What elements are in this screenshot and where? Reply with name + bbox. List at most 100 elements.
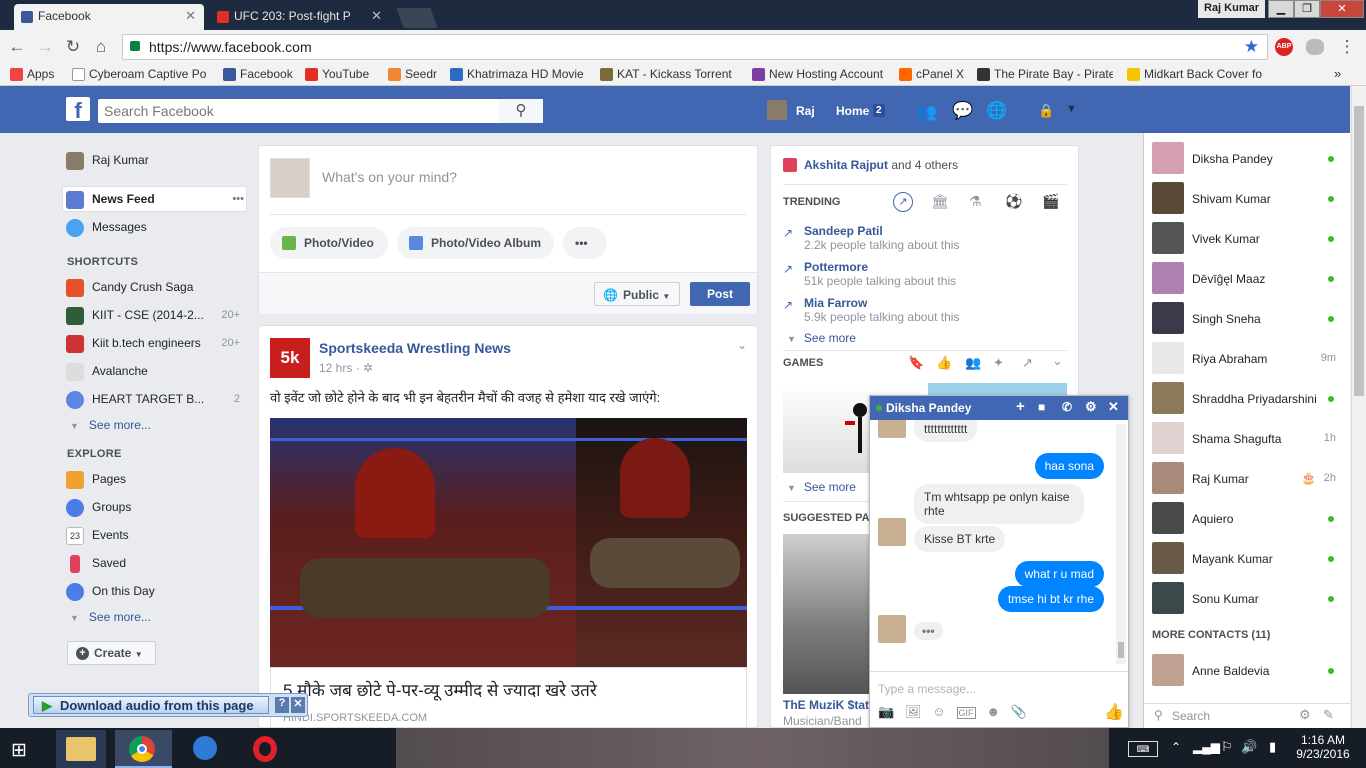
reload-icon[interactable]: ↻ [62, 36, 84, 58]
chat-messages[interactable]: ttttttttttttt haa sona Tm whtsapp pe onl… [870, 420, 1128, 668]
photo-icon[interactable]: 🖼 [905, 704, 922, 719]
shortcut-kiit-cse[interactable]: KIIT - CSE (2014-2... 20+ [66, 304, 240, 326]
close-tab-icon[interactable]: ✕ [185, 8, 196, 24]
restore-button[interactable]: ❐ [1294, 0, 1320, 18]
sidebar-item-messages[interactable]: Messages [66, 216, 147, 238]
sticker-icon[interactable]: ☺ [932, 704, 945, 719]
bookmark-hosting[interactable]: New Hosting Account [752, 67, 888, 84]
create-button[interactable]: + Create ▼ [67, 641, 156, 665]
chrome-taskbar-icon[interactable] [115, 730, 172, 768]
show-hidden-icons-chevron[interactable]: ⌃ [1171, 740, 1181, 754]
extension-icon[interactable] [1306, 39, 1324, 55]
bookmark-midkart[interactable]: Midkart Back Cover fo [1127, 67, 1263, 84]
video-call-icon[interactable]: ■ [1038, 400, 1045, 414]
post-options-chevron-icon[interactable]: ⌄ [737, 338, 747, 352]
sidebar-item-news-feed[interactable]: News Feed ••• [66, 188, 244, 210]
contact-item[interactable]: Dēvīĝęl Maaz [1150, 260, 1340, 298]
post-page-name[interactable]: Sportskeeda Wrestling News [319, 340, 511, 356]
bookmark-apps[interactable]: Apps [10, 67, 62, 84]
minimize-button[interactable]: ▁ [1268, 0, 1294, 18]
chat-header[interactable]: Diksha Pandey + ■ ✆ ⚙ ✕ [870, 396, 1128, 420]
trending-item[interactable]: Sandeep Patil 2.2k people talking about t… [804, 224, 959, 252]
volume-icon[interactable]: 🔊 [1241, 739, 1257, 755]
close-tab-icon[interactable]: ✕ [371, 8, 382, 24]
tab-facebook[interactable]: Facebook ✕ [14, 4, 204, 30]
bookmark-seedr[interactable]: Seedr [388, 67, 440, 84]
bookmark-youtube[interactable]: YouTube [305, 67, 375, 84]
tab-ufc[interactable]: UFC 203: Post-fight P ✕ [210, 4, 390, 30]
header-profile-link[interactable]: Raj [796, 104, 815, 118]
download-audio-button[interactable]: ▶ Download audio from this page [33, 696, 269, 714]
page-logo[interactable]: 5k [270, 338, 310, 378]
quick-help-icon[interactable]: 🔒 [1038, 103, 1054, 119]
opera-taskbar-icon[interactable] [240, 732, 290, 768]
home-icon[interactable]: ⌂ [90, 36, 112, 58]
bookmark-piratebay[interactable]: The Pirate Bay - Pirate [977, 67, 1113, 84]
chevron-down-icon[interactable]: ⌄ [1052, 353, 1063, 369]
link-preview[interactable]: 5 मौके जब छोटे पे-पर-व्यू उम्मीद से ज्या… [270, 667, 747, 727]
photo-album-button[interactable]: Photo/Video Album [397, 227, 554, 259]
add-people-icon[interactable]: + [1016, 398, 1025, 415]
contact-item[interactable]: Shivam Kumar [1150, 180, 1340, 218]
post-button[interactable]: Post [690, 282, 750, 306]
facebook-logo[interactable]: f [66, 97, 90, 123]
explore-events[interactable]: 23 Events [66, 524, 129, 546]
politics-icon[interactable]: 🏛 [931, 193, 949, 210]
attach-icon[interactable]: 📎 [1011, 704, 1027, 719]
file-explorer-icon[interactable] [56, 730, 106, 768]
messages-icon[interactable]: 💬 [952, 101, 973, 121]
contact-item[interactable]: Diksha Pandey [1150, 140, 1340, 178]
phone-icon[interactable]: ✆ [1062, 400, 1072, 414]
trending-item[interactable]: Mia Farrow 5.9k people talking about this [804, 296, 959, 324]
header-home-link[interactable]: Home [836, 104, 869, 118]
shortcut-candy-crush[interactable]: Candy Crush Saga [66, 276, 240, 298]
adblock-icon[interactable]: ABP [1275, 38, 1293, 56]
trending-icon[interactable]: ↗ [1022, 355, 1033, 371]
contact-item[interactable]: Vivek Kumar [1150, 220, 1340, 258]
new-tab-button[interactable] [396, 8, 438, 28]
contact-item[interactable]: Mayank Kumar [1150, 540, 1340, 578]
address-bar[interactable]: https://www.facebook.com ★ [122, 34, 1268, 60]
shortcut-heart-target[interactable]: HEART TARGET B... 2 [66, 388, 240, 410]
audience-selector[interactable]: 🌐 Public ▼ [594, 282, 680, 306]
trending-item[interactable]: Pottermore 51k people talking about this [804, 260, 956, 288]
gear-icon[interactable]: ⚙ [1085, 399, 1097, 415]
post-image[interactable] [270, 418, 747, 667]
shortcut-avalanche[interactable]: Avalanche [66, 360, 240, 382]
help-icon[interactable]: ? [275, 697, 289, 713]
left-profile-link[interactable]: Raj Kumar [66, 149, 149, 171]
page-scrollbar[interactable] [1351, 86, 1366, 728]
browser-profile-chip[interactable]: Raj Kumar [1198, 0, 1266, 18]
status-input[interactable]: What's on your mind? [322, 169, 457, 185]
search-input[interactable]: Search Facebook ⚲ [98, 99, 543, 123]
bookmark-khatrimaza[interactable]: Khatrimaza HD Movie [450, 67, 588, 84]
contact-item[interactable]: Shraddha Priyadarshini [1150, 380, 1340, 418]
bookmark-kat[interactable]: KAT - Kickass Torrent [600, 67, 736, 84]
explore-groups[interactable]: Groups [66, 496, 131, 518]
trending-see-more[interactable]: ▼ See more [787, 331, 856, 345]
contact-item[interactable]: Aquiero [1150, 500, 1340, 538]
photo-video-button[interactable]: Photo/Video [270, 227, 388, 259]
science-icon[interactable]: ⚗ [969, 193, 982, 210]
more-options-icon[interactable]: ••• [232, 188, 244, 210]
back-arrow-icon[interactable]: ← [6, 36, 28, 58]
contact-item[interactable]: Raj Kumar 🎂 2h [1150, 460, 1340, 498]
thumbs-up-icon[interactable]: 👍 [936, 355, 952, 371]
trending-top-icon[interactable]: ↗ [893, 192, 913, 212]
more-bookmarks-chevron[interactable]: » [1334, 66, 1341, 81]
shortcut-kiit-btech[interactable]: Kiit b.tech engineers 20+ [66, 332, 240, 354]
action-center-icon[interactable]: ⚐ [1221, 739, 1233, 755]
search-icon[interactable]: ⚲ [499, 99, 543, 123]
network-icon[interactable]: ▂▄▆ [1193, 740, 1220, 754]
chat-scrollbar[interactable] [1116, 424, 1126, 664]
close-icon[interactable]: ✕ [1108, 399, 1119, 415]
battery-icon[interactable]: ▮ [1269, 739, 1276, 755]
gear-icon[interactable]: ⚙ [1299, 707, 1311, 723]
avatar[interactable] [767, 100, 787, 120]
chrome-menu-icon[interactable]: ⋮ [1336, 36, 1358, 58]
friends-icon[interactable]: 👥 [965, 355, 981, 371]
explore-saved[interactable]: Saved [66, 552, 126, 574]
contact-item[interactable]: Shama Shagufta 1h [1150, 420, 1340, 458]
entertainment-icon[interactable]: 🎬 [1042, 193, 1059, 210]
sports-icon[interactable]: ⚽ [1005, 193, 1022, 210]
